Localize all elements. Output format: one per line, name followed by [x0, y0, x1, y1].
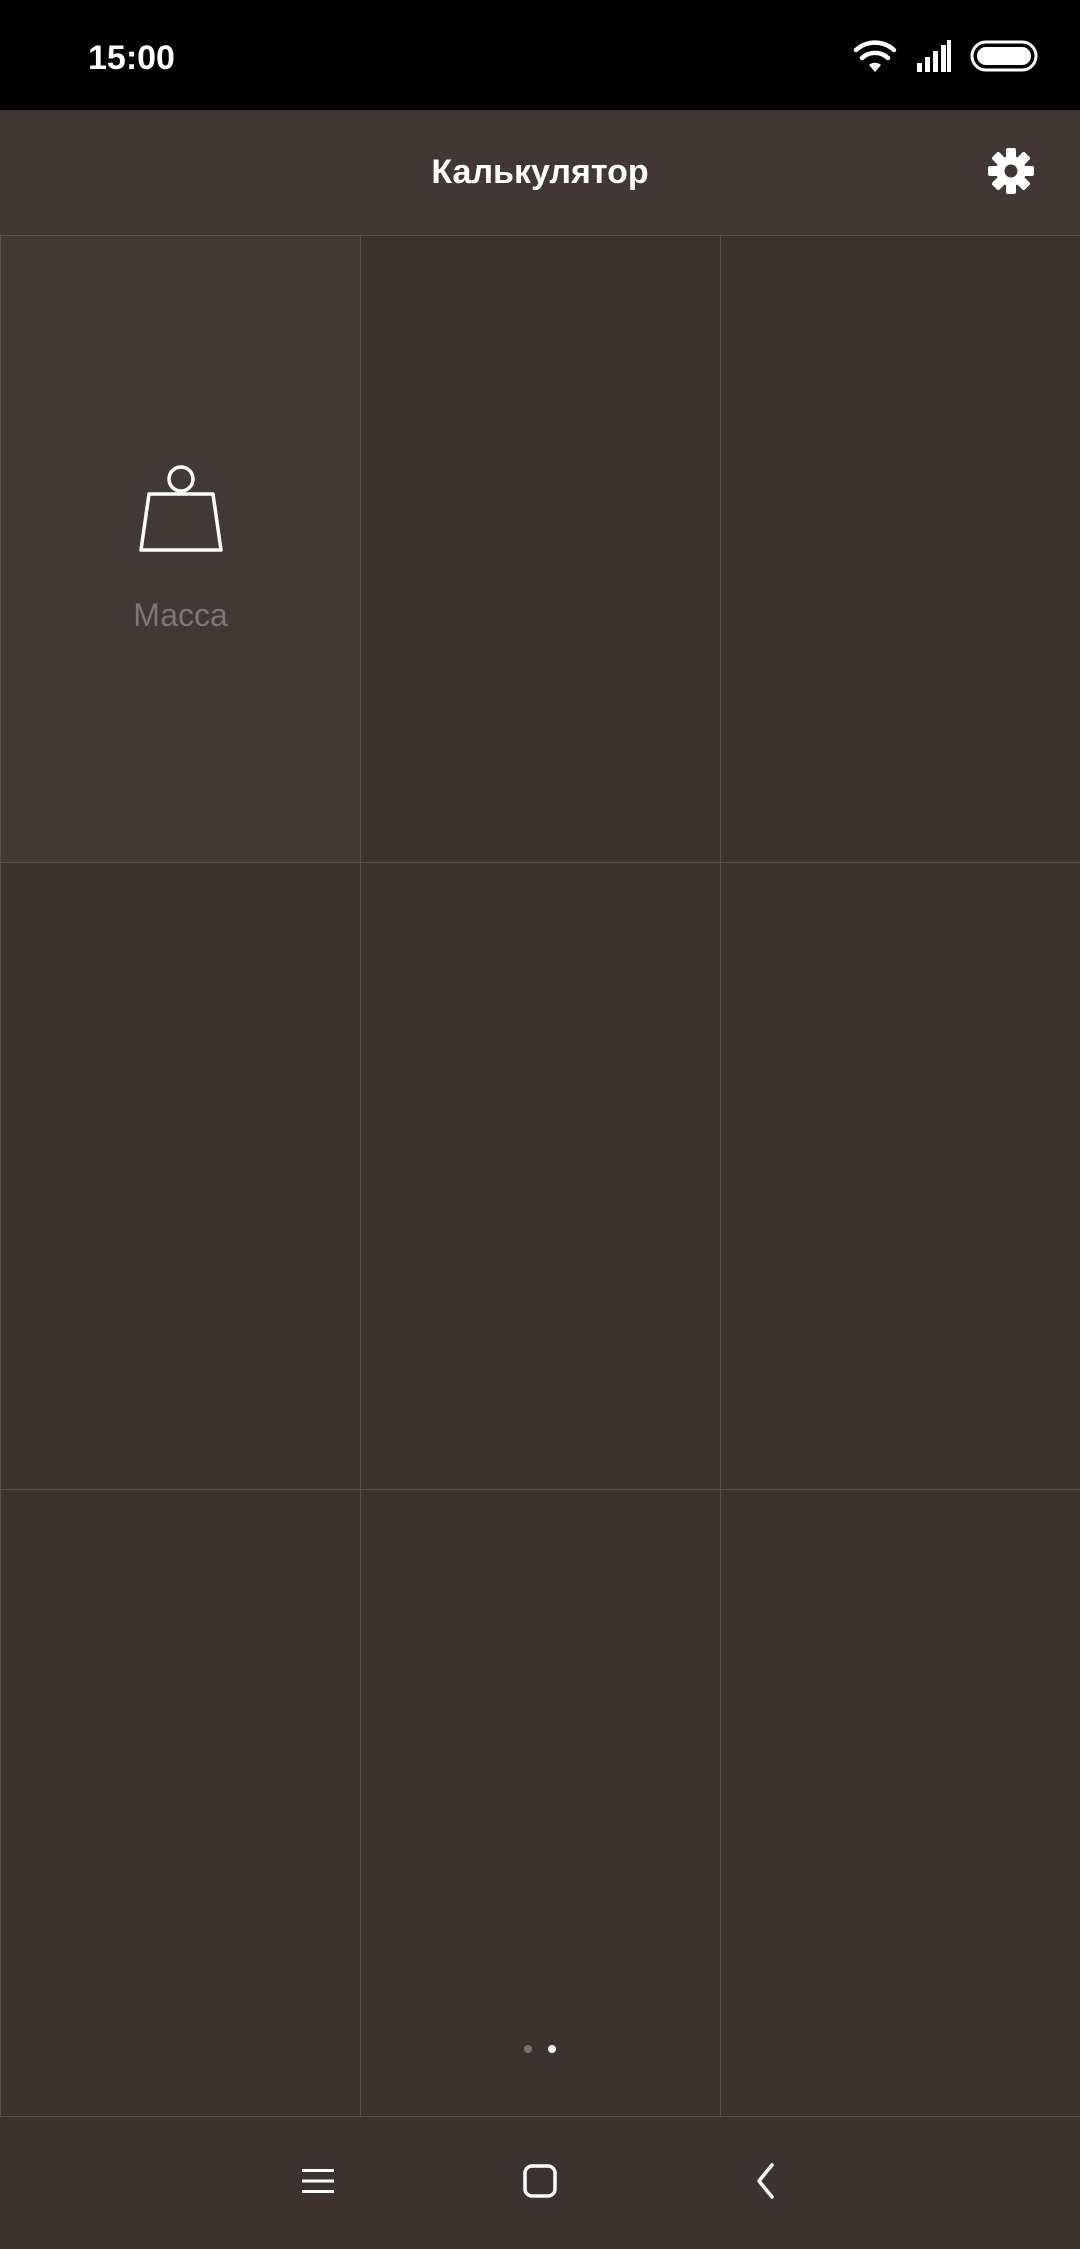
page-dot-current[interactable]	[548, 2045, 556, 2053]
weight-icon	[133, 464, 229, 561]
gear-icon	[986, 146, 1036, 201]
page-indicator	[0, 2045, 1080, 2057]
page-dot[interactable]	[524, 2045, 532, 2053]
settings-button[interactable]	[982, 144, 1040, 202]
page-title: Калькулятор	[431, 153, 649, 191]
home-button[interactable]	[510, 2153, 570, 2213]
status-bar: 15:00	[0, 0, 1080, 110]
app-bar: Калькулятор	[0, 110, 1080, 235]
back-button[interactable]	[736, 2153, 796, 2213]
tile-empty	[360, 862, 720, 1489]
nav-bar	[0, 2116, 1080, 2249]
tile-empty	[0, 1489, 360, 2116]
wifi-icon	[852, 38, 898, 79]
tile-empty	[720, 1489, 1080, 2116]
tile-label: Масса	[133, 597, 228, 633]
tile-empty	[720, 862, 1080, 1489]
tile-empty	[360, 235, 720, 862]
tile-empty	[0, 862, 360, 1489]
menu-icon	[300, 2165, 336, 2202]
back-icon	[752, 2161, 780, 2206]
status-time: 15:00	[88, 39, 175, 77]
status-icons	[852, 36, 1040, 80]
signal-icon	[916, 39, 952, 78]
tile-mass[interactable]: Масса	[0, 235, 360, 862]
tile-empty	[360, 1489, 720, 2116]
menu-button[interactable]	[288, 2153, 348, 2213]
tools-grid: Масса	[0, 235, 1080, 2116]
tile-empty	[720, 235, 1080, 862]
home-icon	[522, 2163, 558, 2204]
battery-icon	[970, 40, 1040, 77]
